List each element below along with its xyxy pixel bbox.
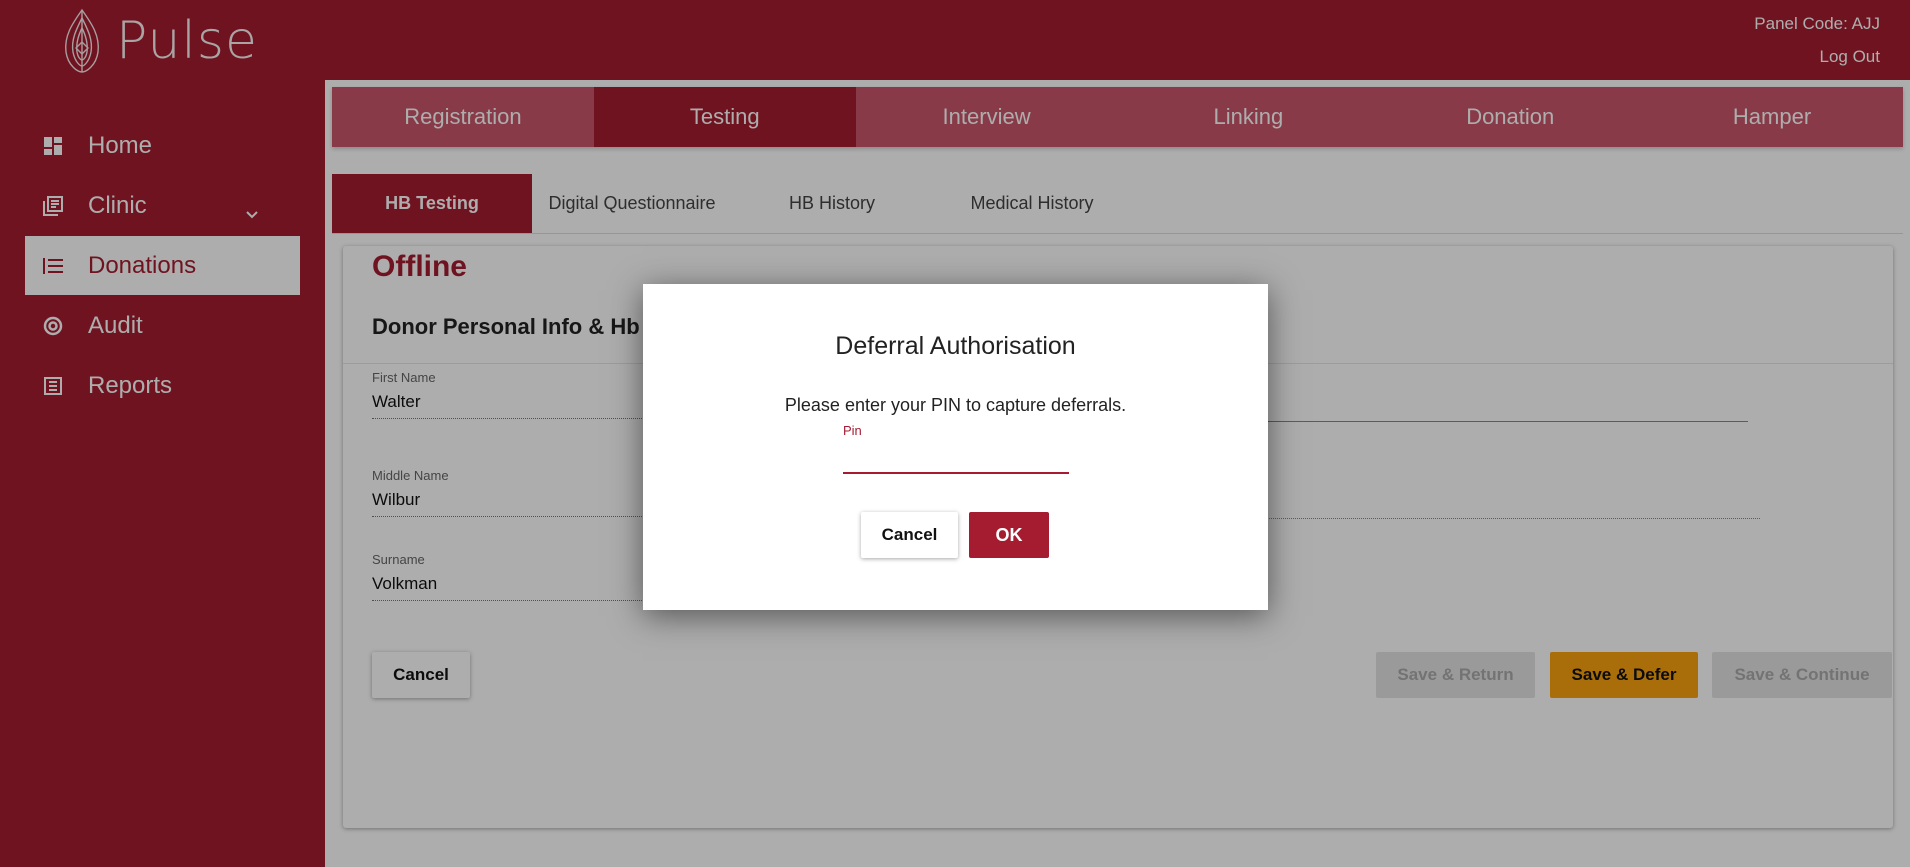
dialog-cancel-button[interactable]: Cancel bbox=[861, 512, 958, 558]
dialog-title: Deferral Authorisation bbox=[835, 332, 1076, 360]
dialog-message: Please enter your PIN to capture deferra… bbox=[784, 395, 1127, 415]
pin-input[interactable] bbox=[843, 442, 1069, 474]
pin-label: Pin bbox=[843, 423, 862, 438]
deferral-authorisation-dialog: Deferral Authorisation Please enter your… bbox=[643, 284, 1268, 610]
dialog-ok-button[interactable]: OK bbox=[969, 512, 1049, 558]
